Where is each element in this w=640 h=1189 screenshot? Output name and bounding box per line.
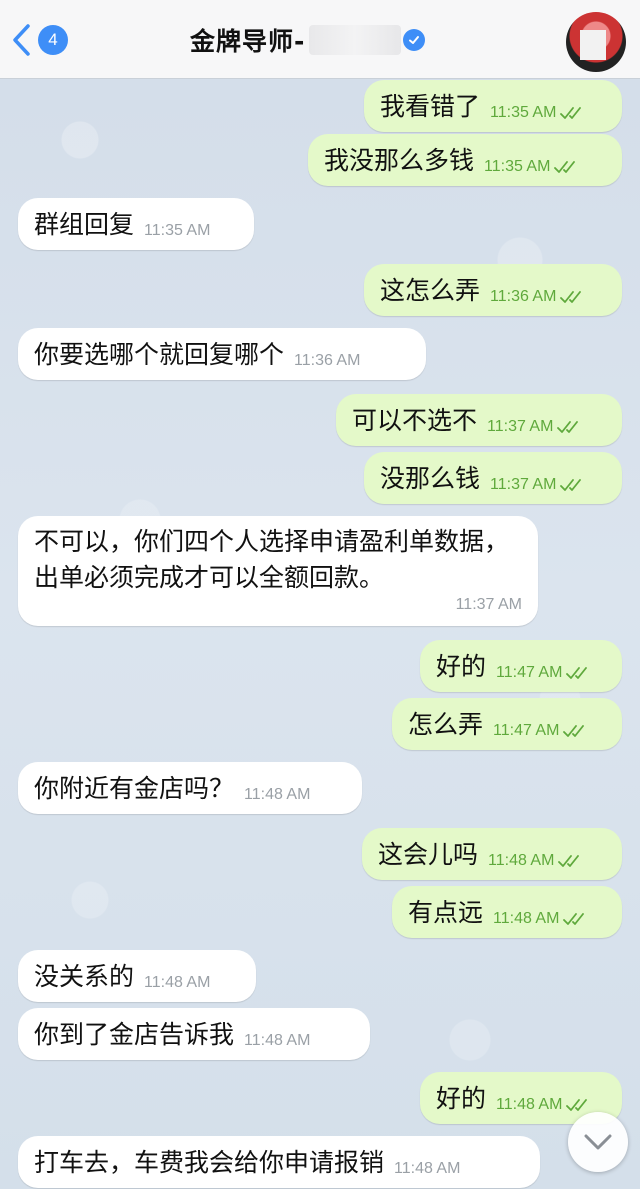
message-bubble-outgoing[interactable]: 怎么弄 11:47 AM — [392, 698, 622, 750]
message-bubble-incoming[interactable]: 打车去，车费我会给你申请报销 11:48 AM — [18, 1136, 540, 1188]
message-time: 11:47 AM — [493, 721, 560, 739]
message-bubble-incoming[interactable]: 你要选哪个就回复哪个 11:36 AM — [18, 328, 426, 380]
message-text: 怎么弄 — [408, 710, 484, 739]
message-bubble-outgoing[interactable]: 好的 11:47 AM — [420, 640, 622, 692]
message-bubble-outgoing[interactable]: 有点远 11:48 AM — [392, 886, 622, 938]
double-check-icon — [558, 854, 580, 867]
message-bubble-outgoing[interactable]: 我没那么多钱 11:35 AM — [308, 134, 622, 186]
message-time: 11:48 AM — [488, 851, 555, 869]
redacted-name — [309, 25, 402, 55]
double-check-icon — [560, 478, 582, 491]
message-text: 不可以，你们四个人选择申请盈利单数据，出单必须完成才可以全额回款。 — [34, 527, 510, 592]
message-bubble-incoming[interactable]: 你附近有金店吗？ 11:48 AM — [18, 762, 362, 814]
message-time: 11:47 AM — [496, 663, 563, 681]
message-bubble-incoming[interactable]: 群组回复 11:35 AM — [18, 198, 254, 250]
chat-title: 金牌导师- — [190, 27, 306, 56]
message-time: 11:48 AM — [493, 909, 560, 927]
message-time: 11:48 AM — [144, 973, 211, 991]
message-bubble-incoming[interactable]: 你到了金店告诉我 11:48 AM — [18, 1008, 370, 1060]
message-text: 这怎么弄 — [380, 276, 481, 305]
message-bubble-incoming[interactable]: 没关系的 11:48 AM — [18, 950, 256, 1002]
message-time: 11:36 AM — [490, 287, 557, 305]
message-text: 没那么钱 — [380, 464, 481, 493]
message-text: 群组回复 — [34, 210, 135, 239]
message-time: 11:35 AM — [144, 221, 211, 239]
message-text: 打车去，车费我会给你申请报销 — [34, 1148, 385, 1177]
double-check-icon — [563, 724, 585, 737]
message-text: 好的 — [436, 1084, 487, 1113]
unread-count-badge: 4 — [38, 25, 68, 55]
message-time: 11:48 AM — [244, 785, 311, 803]
message-text: 这会儿吗 — [378, 840, 479, 869]
message-text: 我没那么多钱 — [324, 146, 475, 175]
message-time: 11:36 AM — [294, 351, 361, 369]
message-bubble-outgoing[interactable]: 这会儿吗 11:48 AM — [362, 828, 622, 880]
message-text: 好的 — [436, 652, 487, 681]
double-check-icon — [560, 106, 582, 119]
avatar[interactable] — [566, 12, 626, 72]
back-button[interactable]: 4 — [10, 22, 68, 58]
chevron-left-icon — [13, 24, 30, 56]
scroll-to-bottom-button[interactable] — [568, 1112, 628, 1172]
chat-header: 4 金牌导师- — [0, 0, 640, 79]
message-time: 11:35 AM — [490, 103, 557, 121]
message-bubble-incoming[interactable]: 不可以，你们四个人选择申请盈利单数据，出单必须完成才可以全额回款。 11:37 A… — [18, 516, 538, 626]
message-bubble-outgoing[interactable]: 没那么钱 11:37 AM — [364, 452, 622, 504]
double-check-icon — [554, 160, 576, 173]
double-check-icon — [566, 666, 588, 679]
message-bubble-outgoing[interactable]: 这怎么弄 11:36 AM — [364, 264, 622, 316]
message-text: 可以不选不 — [352, 406, 478, 435]
message-text: 有点远 — [408, 898, 484, 927]
message-text: 没关系的 — [34, 962, 135, 991]
message-text: 你要选哪个就回复哪个 — [34, 340, 285, 369]
message-time: 11:48 AM — [394, 1159, 461, 1177]
message-time: 11:48 AM — [244, 1031, 311, 1049]
chat-title-area[interactable]: 金牌导师- — [190, 22, 426, 58]
message-bubble-outgoing[interactable]: 可以不选不 11:37 AM — [336, 394, 622, 446]
message-bubble-outgoing[interactable]: 我看错了 11:35 AM — [364, 80, 622, 132]
message-time: 11:35 AM — [484, 157, 551, 175]
message-time: 11:37 AM — [455, 596, 522, 613]
message-text: 我看错了 — [380, 92, 481, 121]
verified-badge-icon — [403, 29, 426, 51]
message-time: 11:37 AM — [490, 475, 557, 493]
chevron-down-icon — [584, 1134, 612, 1150]
message-text: 你附近有金店吗？ — [34, 774, 235, 803]
double-check-icon — [563, 912, 585, 925]
message-time: 11:37 AM — [487, 417, 554, 435]
double-check-icon — [566, 1098, 588, 1111]
message-time: 11:48 AM — [496, 1095, 563, 1113]
double-check-icon — [557, 420, 579, 433]
message-text: 你到了金店告诉我 — [34, 1020, 235, 1049]
double-check-icon — [560, 290, 582, 303]
